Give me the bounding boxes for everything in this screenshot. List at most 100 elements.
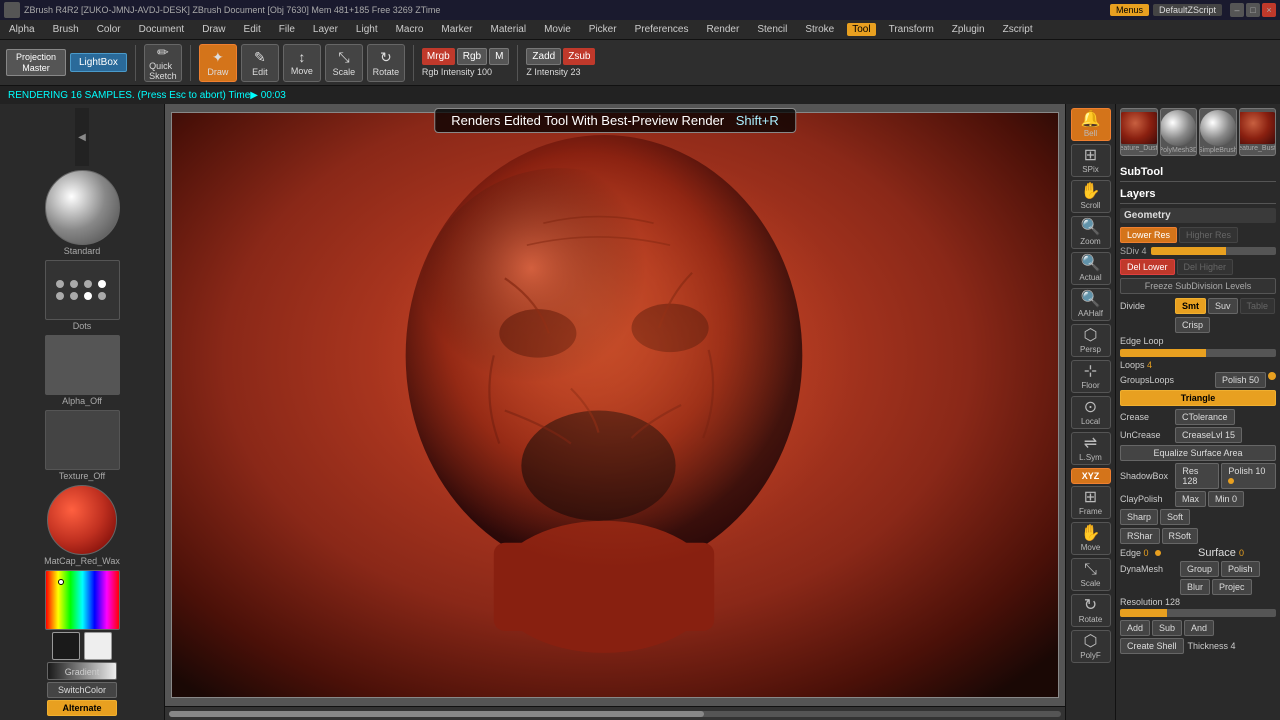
persp-btn[interactable]: ⬡ Persp — [1071, 324, 1111, 357]
menu-layer[interactable]: Layer — [308, 23, 343, 36]
thumb-creature-bust[interactable]: Creature_Bust_1 — [1239, 108, 1277, 156]
bell-btn[interactable]: 🔔 Bell — [1071, 108, 1111, 141]
gradient-btn[interactable]: Gradient — [47, 662, 117, 680]
default-script-btn[interactable]: DefaultZScript — [1153, 4, 1222, 16]
table-btn[interactable]: Table — [1240, 298, 1276, 314]
menu-draw[interactable]: Draw — [197, 23, 230, 36]
sub-btn[interactable]: Sub — [1152, 620, 1182, 636]
max-btn[interactable]: Max — [1175, 491, 1206, 507]
edge-loop-slider[interactable] — [1120, 349, 1276, 357]
aahalf-btn[interactable]: 🔍 AAHalf — [1071, 288, 1111, 321]
suv-btn[interactable]: Suv — [1208, 298, 1238, 314]
sdiv-slider[interactable] — [1151, 247, 1276, 255]
menu-macro[interactable]: Macro — [391, 23, 429, 36]
polish-dyna-btn[interactable]: Polish — [1221, 561, 1260, 577]
menu-zscript[interactable]: Zscript — [998, 23, 1038, 36]
polish-loops-btn[interactable]: Polish 50 — [1215, 372, 1266, 388]
menu-brush[interactable]: Brush — [48, 23, 84, 36]
matcap-preview[interactable] — [47, 485, 117, 555]
scroll-btn[interactable]: ✋ Scroll — [1071, 180, 1111, 213]
lightbox-button[interactable]: LightBox — [70, 53, 127, 72]
draw-tool-btn[interactable]: ✦ Draw — [199, 44, 237, 82]
minimize-button[interactable]: – — [1230, 3, 1244, 17]
polyf-btn[interactable]: ⬡ PolyF — [1071, 630, 1111, 663]
menu-edit[interactable]: Edit — [239, 23, 266, 36]
del-lower-btn[interactable]: Del Lower — [1120, 259, 1175, 275]
subtool-header[interactable]: SubTool — [1120, 164, 1276, 182]
res128-btn[interactable]: Res 128 — [1175, 463, 1219, 489]
move-tool-btn[interactable]: ↕ Move — [283, 44, 321, 82]
menu-light[interactable]: Light — [351, 23, 383, 36]
texture-preview[interactable] — [45, 410, 120, 470]
rgb-btn[interactable]: Rgb — [457, 48, 487, 65]
close-button[interactable]: × — [1262, 3, 1276, 17]
higher-res-btn[interactable]: Higher Res — [1179, 227, 1238, 243]
horizontal-scrollbar-thumb[interactable] — [169, 711, 704, 717]
rsoft-btn[interactable]: RSoft — [1162, 528, 1199, 544]
del-higher-btn[interactable]: Del Higher — [1177, 259, 1234, 275]
menu-document[interactable]: Document — [134, 23, 190, 36]
add-btn[interactable]: Add — [1120, 620, 1150, 636]
local-btn[interactable]: ⊙ Local — [1071, 396, 1111, 429]
menu-preferences[interactable]: Preferences — [630, 23, 694, 36]
frame-btn[interactable]: ⊞ Frame — [1071, 486, 1111, 519]
and-btn[interactable]: And — [1184, 620, 1214, 636]
geometry-header[interactable]: Geometry — [1120, 208, 1276, 223]
xyz-btn[interactable]: XYZ — [1071, 468, 1111, 484]
menu-file[interactable]: File — [274, 23, 300, 36]
right-scale-btn[interactable]: ⤡ Scale — [1071, 558, 1111, 591]
alternate-btn[interactable]: Alternate — [47, 700, 117, 716]
triangle-btn[interactable]: Triangle — [1120, 390, 1276, 406]
min-btn[interactable]: Min 0 — [1208, 491, 1244, 507]
bottom-scrollbar[interactable] — [165, 706, 1065, 720]
right-rotate-btn[interactable]: ↻ Rotate — [1071, 594, 1111, 627]
right-move-btn[interactable]: ✋ Move — [1071, 522, 1111, 555]
menu-marker[interactable]: Marker — [436, 23, 477, 36]
switchcolor-btn[interactable]: SwitchColor — [47, 682, 117, 698]
spix-btn[interactable]: ⊞ SPix — [1071, 144, 1111, 177]
crisp-btn[interactable]: Crisp — [1175, 317, 1210, 333]
polish10-btn[interactable]: Polish 10 — [1221, 463, 1276, 489]
maximize-button[interactable]: □ — [1246, 3, 1260, 17]
menu-transform[interactable]: Transform — [884, 23, 939, 36]
edit-tool-btn[interactable]: ✎ Edit — [241, 44, 279, 82]
thumb-simplebrush[interactable]: SimpleBrush — [1199, 108, 1237, 156]
lower-res-btn[interactable]: Lower Res — [1120, 227, 1177, 243]
sharp-btn[interactable]: Sharp — [1120, 509, 1158, 525]
alpha-preview[interactable] — [45, 335, 120, 395]
rotate-tool-btn[interactable]: ↻ Rotate — [367, 44, 405, 82]
lsym-btn[interactable]: ⇌ L.Sym — [1071, 432, 1111, 465]
create-shell-btn[interactable]: Create Shell — [1120, 638, 1184, 654]
left-collapse-arrow[interactable]: ◀ — [75, 108, 89, 166]
foreground-color[interactable] — [52, 632, 80, 660]
menu-render[interactable]: Render — [702, 23, 745, 36]
rshar-btn[interactable]: RShar — [1120, 528, 1160, 544]
proj-btn[interactable]: Projec — [1212, 579, 1252, 595]
menu-material[interactable]: Material — [486, 23, 532, 36]
quick-sketch-btn[interactable]: ✏ Quick Sketch — [144, 44, 182, 82]
freeze-btn[interactable]: Freeze SubDivision Levels — [1120, 278, 1276, 294]
zadd-btn[interactable]: Zadd — [526, 48, 561, 65]
sculpt-viewport[interactable] — [172, 113, 1058, 697]
background-color[interactable] — [84, 632, 112, 660]
viewport[interactable] — [171, 112, 1059, 698]
color-picker[interactable] — [45, 570, 120, 630]
menu-tool[interactable]: Tool — [847, 23, 875, 36]
menu-movie[interactable]: Movie — [539, 23, 576, 36]
creaselvl-btn[interactable]: CreaseLvl 15 — [1175, 427, 1242, 443]
m-btn[interactable]: M — [489, 48, 509, 65]
zoom-btn[interactable]: 🔍 Zoom — [1071, 216, 1111, 249]
menu-color[interactable]: Color — [92, 23, 126, 36]
scale-tool-btn[interactable]: ⤡ Scale — [325, 44, 363, 82]
brush-preview[interactable] — [45, 170, 120, 245]
zsub-btn[interactable]: Zsub — [563, 48, 595, 65]
blur-btn[interactable]: Blur — [1180, 579, 1210, 595]
menu-stroke[interactable]: Stroke — [800, 23, 839, 36]
menus-btn[interactable]: Menus — [1110, 4, 1149, 16]
group-dyna-btn[interactable]: Group — [1180, 561, 1219, 577]
resolution-slider[interactable] — [1120, 609, 1276, 617]
thumb-creature-dust[interactable]: Creature_Dust_1 — [1120, 108, 1158, 156]
stroke-preview[interactable] — [45, 260, 120, 320]
mrgb-btn[interactable]: Mrgb — [422, 48, 455, 65]
smt-btn[interactable]: Smt — [1175, 298, 1206, 314]
